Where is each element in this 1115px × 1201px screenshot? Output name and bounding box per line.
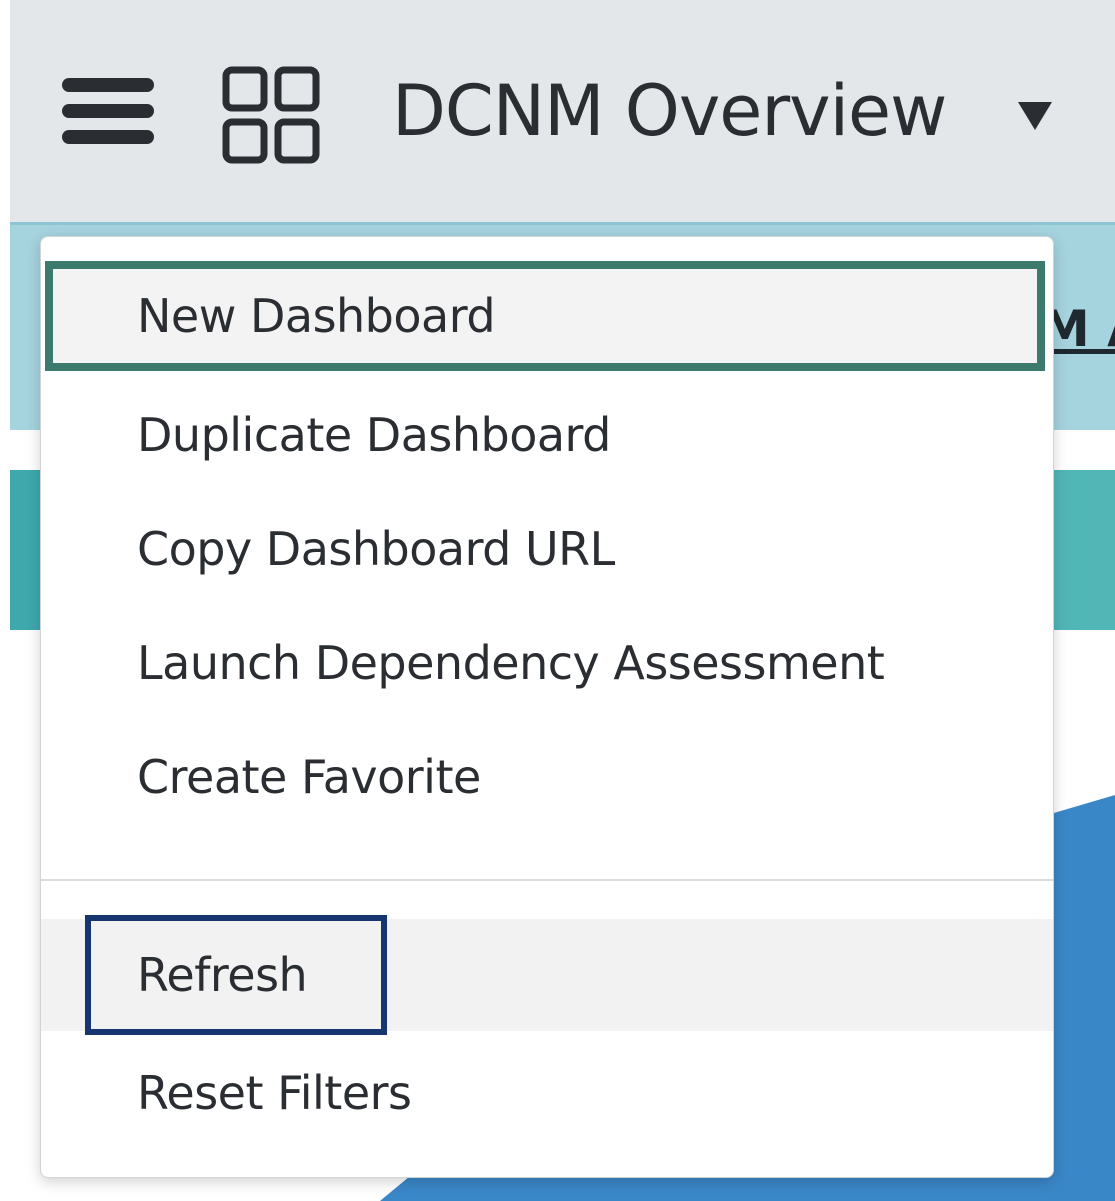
grid-icon[interactable]	[222, 66, 320, 164]
dashboard-actions-menu: New Dashboard Duplicate Dashboard Copy D…	[40, 236, 1054, 1178]
menu-item-launch-dependency-assessment[interactable]: Launch Dependency Assessment	[41, 607, 1053, 719]
menu-divider	[41, 879, 1053, 881]
menu-item-label: Copy Dashboard URL	[137, 522, 615, 576]
menu-item-label: Create Favorite	[137, 750, 481, 804]
menu-item-label: Launch Dependency Assessment	[137, 636, 885, 690]
menu-item-refresh[interactable]: Refresh	[41, 919, 1053, 1031]
menu-item-duplicate-dashboard[interactable]: Duplicate Dashboard	[41, 379, 1053, 491]
menu-item-label: Refresh	[137, 948, 308, 1002]
caret-down-icon[interactable]	[1010, 88, 1060, 138]
menu-item-reset-filters[interactable]: Reset Filters	[41, 1037, 1053, 1149]
menu-item-label: New Dashboard	[137, 289, 496, 343]
menu-item-create-favorite[interactable]: Create Favorite	[41, 721, 1053, 833]
menu-item-label: Reset Filters	[137, 1066, 412, 1120]
dashboard-title[interactable]: DCNM Overview	[392, 63, 947, 159]
menu-item-label: Duplicate Dashboard	[137, 408, 611, 462]
page-gutter	[0, 0, 10, 1201]
hamburger-icon[interactable]	[58, 70, 158, 152]
menu-item-copy-dashboard-url[interactable]: Copy Dashboard URL	[41, 493, 1053, 605]
menu-item-new-dashboard[interactable]: New Dashboard	[45, 261, 1045, 371]
